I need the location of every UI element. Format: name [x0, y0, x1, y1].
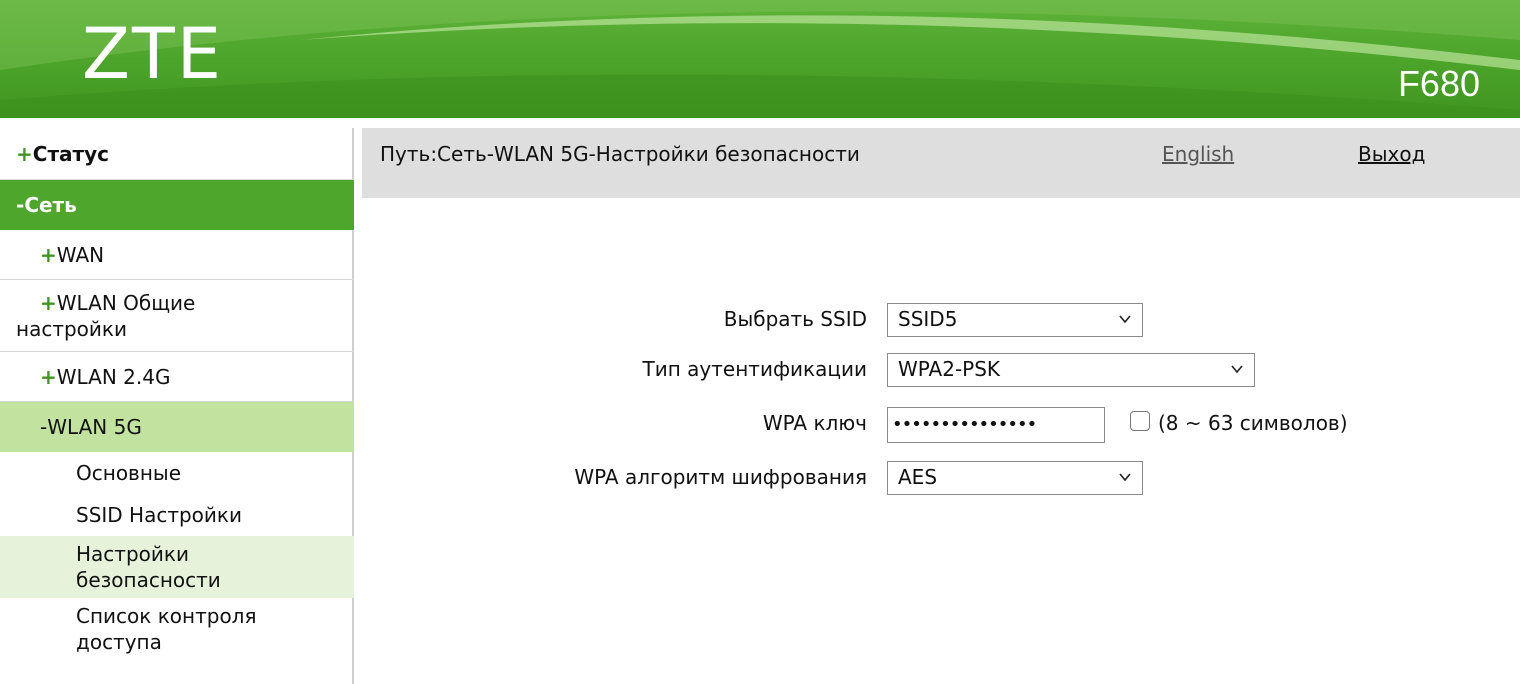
auth-row: Тип аутентификации WPA2-PSK [362, 350, 1520, 390]
cipher-select-value: AES [898, 465, 938, 489]
expand-icon: + [40, 364, 57, 389]
sidebar-item-label: SSID Настройки [76, 503, 242, 527]
sidebar-item-wlan-24g[interactable]: + WLAN 2.4G [0, 352, 354, 402]
wpa-key-input[interactable]: ••••••••••••••• [887, 407, 1105, 443]
ssid-label: Выбрать SSID [723, 307, 867, 331]
sidebar-item-label: Статус [32, 141, 110, 166]
breadcrumb: Путь:Сеть-WLAN 5G-Настройки безопасности [380, 142, 860, 166]
model-name: F680 [1397, 63, 1480, 104]
chevron-down-icon [1119, 315, 1131, 324]
expand-icon: + [40, 290, 57, 315]
ssid-row: Выбрать SSID SSID5 [362, 300, 1520, 340]
cipher-select[interactable]: AES [887, 461, 1143, 495]
sidebar-item-access-control[interactable]: Список контроля доступа [0, 598, 354, 660]
sidebar-item-label: Список контроля доступа [76, 604, 257, 654]
auth-label: Тип аутентификации [642, 357, 867, 381]
sidebar-item-ssid-settings[interactable]: SSID Настройки [0, 494, 354, 536]
sidebar-item-label: WAN [56, 242, 105, 267]
logout-link[interactable]: Выход [1358, 140, 1425, 168]
chevron-down-icon [1119, 473, 1131, 482]
sidebar-item-basic[interactable]: Основные [0, 452, 354, 494]
sidebar-item-label: WLAN 2.4G [56, 364, 171, 389]
sidebar-item-label: Сеть [24, 193, 77, 217]
sidebar-item-network[interactable]: - Сеть [0, 180, 354, 230]
collapse-icon: - [16, 193, 25, 217]
key-label: WPA ключ [762, 411, 867, 435]
chevron-down-icon [1231, 365, 1243, 374]
ssid-select-value: SSID5 [898, 307, 958, 331]
zte-logo: ZTE [82, 13, 223, 95]
expand-icon: + [40, 242, 57, 267]
header-banner: ZTE F680 [0, 0, 1520, 118]
language-link[interactable]: English [1162, 140, 1234, 168]
collapse-icon: - [40, 415, 48, 439]
sidebar: + Статус - Сеть + WAN +WLAN Общие настро… [0, 128, 354, 684]
breadcrumb-bar: Путь:Сеть-WLAN 5G-Настройки безопасности… [362, 128, 1520, 198]
sidebar-item-label: Основные [76, 461, 182, 485]
sidebar-item-wan[interactable]: + WAN [0, 230, 354, 280]
sidebar-item-security-settings[interactable]: Настройки безопасности [0, 536, 354, 598]
cipher-row: WPA алгоритм шифрования AES [362, 458, 1520, 498]
auth-select-value: WPA2-PSK [898, 357, 1001, 381]
key-row: WPA ключ ••••••••••••••• (8 ~ 63 символо… [362, 404, 1520, 444]
sidebar-item-wlan-general[interactable]: +WLAN Общие настройки [0, 280, 354, 352]
key-length-hint: (8 ~ 63 символов) [1158, 411, 1348, 435]
ssid-select[interactable]: SSID5 [887, 303, 1143, 337]
auth-select[interactable]: WPA2-PSK [887, 353, 1255, 387]
expand-icon: + [16, 141, 33, 166]
sidebar-item-wlan-5g[interactable]: - WLAN 5G [0, 402, 354, 452]
cipher-label: WPA алгоритм шифрования [574, 465, 867, 489]
sidebar-item-label: Настройки безопасности [76, 542, 221, 592]
sidebar-item-label: WLAN 5G [47, 415, 142, 439]
header-swoosh-decoration [0, 0, 1520, 118]
sidebar-item-status[interactable]: + Статус [0, 128, 354, 180]
show-password-checkbox[interactable] [1130, 411, 1150, 431]
